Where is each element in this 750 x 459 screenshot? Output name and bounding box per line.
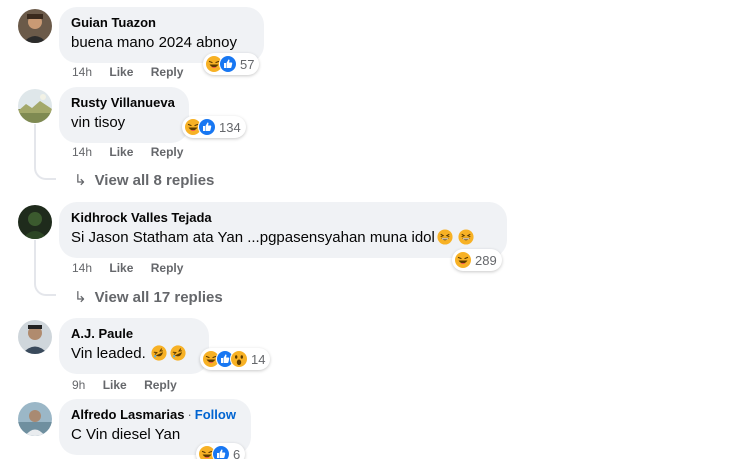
avatar[interactable] xyxy=(18,89,52,123)
grinning-squint-emoji-icon xyxy=(437,229,453,251)
rolling-laughing-emoji-icon xyxy=(151,345,167,367)
reaction-count: 57 xyxy=(240,56,255,72)
reaction-count: 289 xyxy=(475,252,497,268)
thread-line xyxy=(34,240,36,280)
like-reaction-icon xyxy=(198,118,216,136)
view-replies-link[interactable]: ↳ View all 8 replies xyxy=(74,171,214,189)
avatar[interactable] xyxy=(18,320,52,354)
comment-actions: 14h Like Reply xyxy=(72,65,197,79)
like-button[interactable]: Like xyxy=(103,378,127,392)
comment-author[interactable]: Rusty Villanueva xyxy=(71,95,177,111)
wow-reaction-icon xyxy=(230,350,248,368)
reply-arrow-icon: ↳ xyxy=(74,172,87,189)
comment-text: Si Jason Statham ata Yan ...pgpasensyaha… xyxy=(71,229,435,246)
reply-button[interactable]: Reply xyxy=(151,261,184,275)
comment-text: Vin leaded. xyxy=(71,345,146,362)
comment-text: buena mano 2024 abnoy xyxy=(71,34,237,51)
comment-text-row: Si Jason Statham ata Yan ...pgpasensyaha… xyxy=(71,228,495,251)
comment-bubble: A.J. Paule Vin leaded. xyxy=(59,318,209,374)
haha-reaction-icon xyxy=(454,251,472,269)
like-button[interactable]: Like xyxy=(109,145,133,159)
reaction-summary[interactable]: 134 xyxy=(182,116,246,138)
like-reaction-icon xyxy=(212,445,230,459)
avatar[interactable] xyxy=(18,402,52,436)
comment-text: C Vin diesel Yan xyxy=(71,426,181,443)
reply-button[interactable]: Reply xyxy=(151,65,184,79)
reaction-summary[interactable]: 14 xyxy=(200,348,271,370)
view-replies-label: View all 8 replies xyxy=(94,172,215,189)
thread-line xyxy=(34,124,36,164)
avatar[interactable] xyxy=(18,9,52,43)
thread-connector xyxy=(34,278,56,296)
comment-timestamp[interactable]: 14h xyxy=(72,261,92,275)
comment-actions: 14h Like Reply xyxy=(72,261,197,275)
follow-button[interactable]: Follow xyxy=(195,407,236,422)
view-replies-link[interactable]: ↳ View all 17 replies xyxy=(74,288,223,306)
like-button[interactable]: Like xyxy=(109,65,133,79)
like-reaction-icon xyxy=(219,55,237,73)
reply-button[interactable]: Reply xyxy=(151,145,184,159)
thread-connector xyxy=(34,162,56,180)
reaction-count: 134 xyxy=(219,119,241,135)
reaction-count: 14 xyxy=(251,351,266,367)
reply-button[interactable]: Reply xyxy=(144,378,177,392)
avatar[interactable] xyxy=(18,205,52,239)
comment-timestamp[interactable]: 9h xyxy=(72,378,85,392)
grinning-squint-emoji-icon xyxy=(458,229,474,251)
comment-bubble: Rusty Villanueva vin tisoy xyxy=(59,87,189,143)
reaction-count: 6 xyxy=(233,446,241,459)
comment-text: vin tisoy xyxy=(71,114,126,131)
comment-bubble: Kidhrock Valles Tejada Si Jason Statham … xyxy=(59,202,507,258)
rolling-laughing-emoji-icon xyxy=(170,345,186,367)
comment-text-row: Vin leaded. xyxy=(71,344,197,367)
view-replies-label: View all 17 replies xyxy=(94,289,223,306)
comment-author-row: Alfredo Lasmarias · Follow xyxy=(71,407,239,423)
reaction-summary[interactable]: 6 xyxy=(196,443,246,459)
reaction-summary[interactable]: 289 xyxy=(452,249,502,271)
reply-arrow-icon: ↳ xyxy=(74,289,87,306)
comment-timestamp[interactable]: 14h xyxy=(72,65,92,79)
follow-separator: · xyxy=(187,407,192,422)
reaction-summary[interactable]: 57 xyxy=(203,53,260,75)
comment-author[interactable]: Kidhrock Valles Tejada xyxy=(71,210,495,226)
comment-author[interactable]: A.J. Paule xyxy=(71,326,197,342)
comment-author[interactable]: Guian Tuazon xyxy=(71,15,252,31)
comment-timestamp[interactable]: 14h xyxy=(72,145,92,159)
comment-actions: 9h Like Reply xyxy=(72,378,191,392)
comment-author[interactable]: Alfredo Lasmarias xyxy=(71,407,184,422)
comment-actions: 14h Like Reply xyxy=(72,145,197,159)
like-button[interactable]: Like xyxy=(109,261,133,275)
